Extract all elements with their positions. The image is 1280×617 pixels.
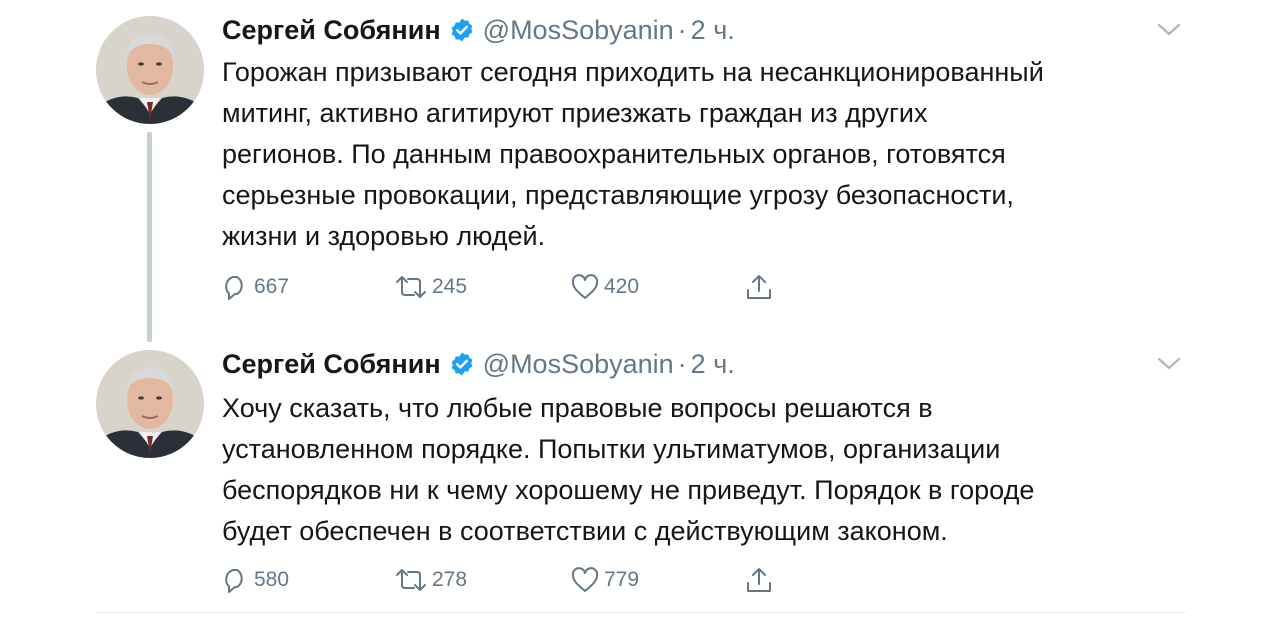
- author-handle[interactable]: @MosSobyanin: [483, 15, 674, 46]
- tweet-text-line: будет обеспечен в соответствии с действу…: [222, 516, 948, 546]
- tweet-header: Сергей Собянин @MosSobyanin · 2 ч.: [222, 346, 735, 382]
- like-count: 779: [604, 568, 640, 591]
- tweet-header: Сергей Собянин @MosSobyanin · 2 ч.: [222, 12, 735, 48]
- tweet-text-line: жизни и здоровью людей.: [222, 221, 546, 251]
- reply-button[interactable]: 580: [220, 563, 289, 597]
- like-count: 420: [604, 275, 640, 298]
- tweet-actions: 580 278 779: [0, 563, 1280, 597]
- retweet-count: 278: [432, 568, 468, 591]
- tweet-text-line: установленном порядке. Попытки ультимату…: [222, 434, 1001, 464]
- header-separator: ·: [677, 348, 687, 379]
- tweet-text: Горожан призывают сегодня приходить на н…: [222, 52, 1182, 257]
- tweet-text-line: митинг, активно агитируют приезжать граж…: [222, 98, 928, 128]
- avatar-photo: [96, 350, 204, 458]
- tweet-text-line: регионов. По данным правоохранительных о…: [222, 139, 1006, 169]
- chevron-down-icon[interactable]: [1156, 356, 1182, 372]
- share-button[interactable]: [744, 270, 774, 304]
- tweet-time[interactable]: 2 ч.: [691, 15, 735, 46]
- tweet[interactable]: Сергей Собянин @MosSobyanin · 2 ч. Горож…: [0, 0, 1280, 342]
- avatar[interactable]: [96, 350, 204, 458]
- like-button[interactable]: 420: [570, 270, 639, 304]
- like-button[interactable]: 779: [570, 563, 639, 597]
- reply-count: 580: [254, 568, 290, 591]
- thread-line: [147, 132, 152, 342]
- tweet-text-line: беспорядков ни к чему хорошему не привед…: [222, 475, 1035, 505]
- retweet-icon: [396, 569, 426, 591]
- chevron-down-icon[interactable]: [1156, 22, 1182, 38]
- share-icon: [747, 275, 771, 299]
- retweet-button[interactable]: 278: [394, 563, 467, 597]
- tweet-time[interactable]: 2 ч.: [691, 349, 735, 380]
- verified-badge-icon: [451, 352, 472, 376]
- reply-icon: [225, 569, 243, 593]
- reply-count: 667: [254, 275, 290, 298]
- retweet-icon: [396, 276, 426, 298]
- tweet-text-line: серьезные провокации, представляющие угр…: [222, 180, 1014, 210]
- author-name[interactable]: Сергей Собянин: [222, 15, 441, 46]
- verified-badge-icon: [451, 18, 472, 42]
- share-button[interactable]: [744, 563, 774, 597]
- author-name[interactable]: Сергей Собянин: [222, 349, 441, 380]
- like-icon: [571, 274, 599, 299]
- tweet-text-line: Хочу сказать, что любые правовые вопросы…: [222, 393, 933, 423]
- like-icon: [571, 567, 599, 592]
- author-handle[interactable]: @MosSobyanin: [483, 349, 674, 380]
- avatar[interactable]: [96, 16, 204, 124]
- retweet-count: 245: [432, 275, 468, 298]
- reply-button[interactable]: 667: [220, 270, 289, 304]
- tweet-text-line: Горожан призывают сегодня приходить на н…: [222, 57, 1044, 87]
- timeline-divider: [96, 612, 1186, 613]
- reply-icon: [225, 276, 243, 300]
- tweet-text: Хочу сказать, что любые правовые вопросы…: [222, 388, 1182, 552]
- retweet-button[interactable]: 245: [394, 270, 467, 304]
- tweet[interactable]: Сергей Собянин @MosSobyanin · 2 ч. Хочу …: [0, 330, 1280, 617]
- tweet-actions: 667 245 420: [0, 270, 1280, 304]
- share-icon: [747, 568, 771, 592]
- avatar-photo: [96, 16, 204, 124]
- header-separator: ·: [677, 14, 687, 45]
